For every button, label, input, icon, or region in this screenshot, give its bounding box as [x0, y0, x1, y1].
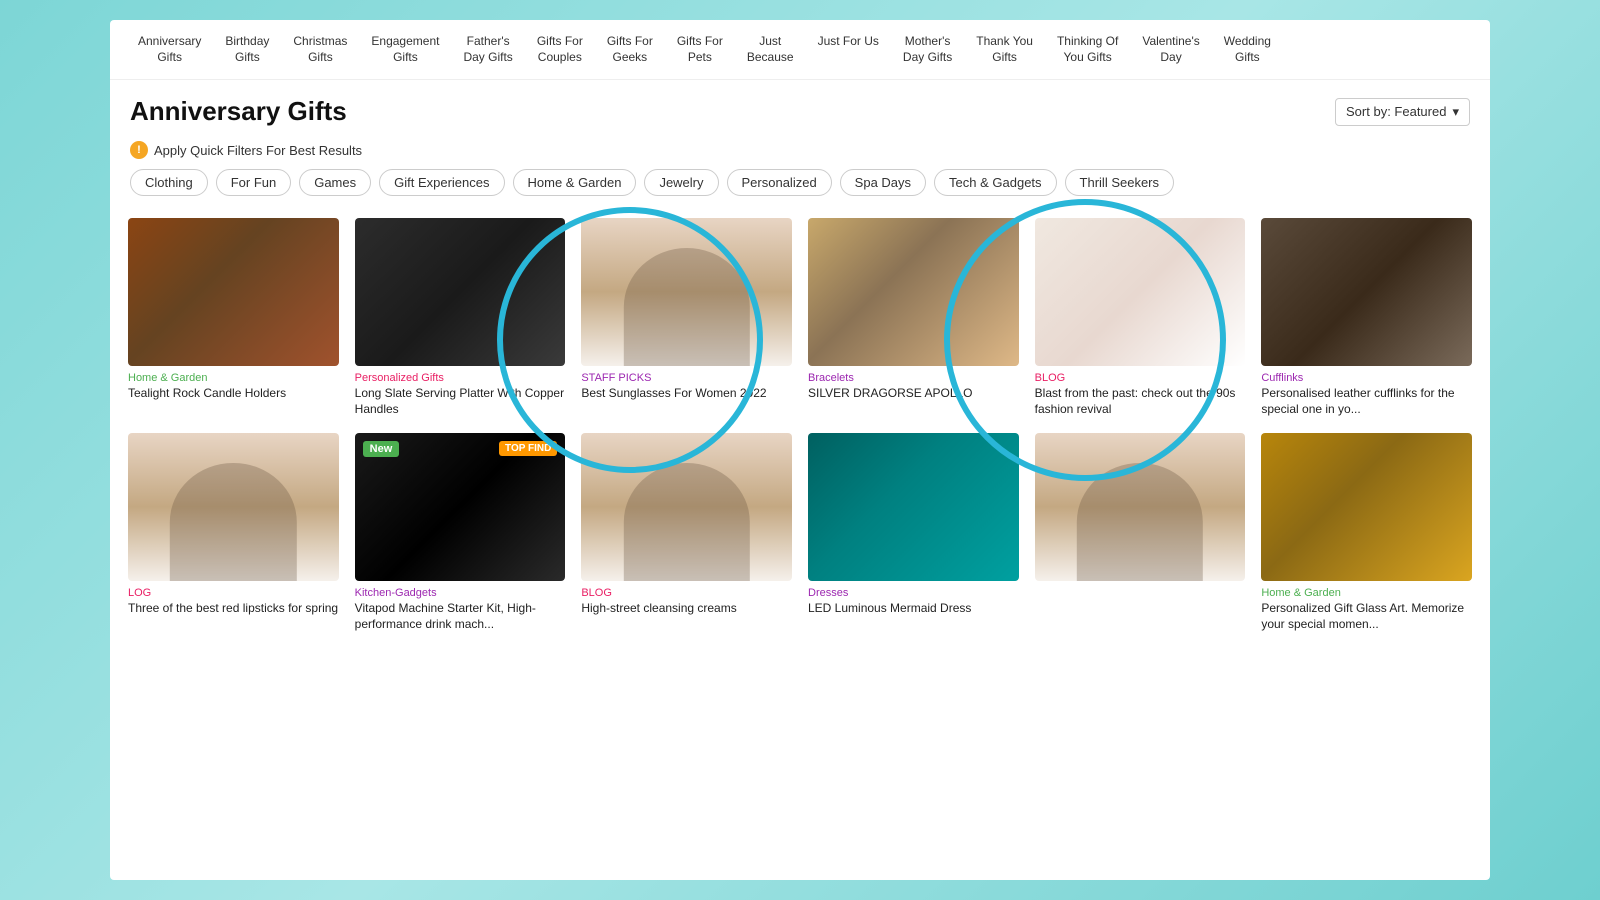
nav-item-engagement[interactable]: Engagement Gifts: [359, 28, 451, 71]
product-card-p4[interactable]: Bracelets SILVER DRAGORSE APOLLO: [800, 210, 1027, 425]
product-card-p12[interactable]: Home & Garden Personalized Gift Glass Art…: [1253, 425, 1480, 640]
category-pill-spa-days[interactable]: Spa Days: [840, 169, 926, 196]
product-category-p12: Home & Garden: [1261, 587, 1472, 599]
product-grid: Home & Garden Tealight Rock Candle Holder…: [110, 210, 1490, 640]
product-image-p1: [128, 218, 339, 366]
product-card-p6[interactable]: Cufflinks Personalised leather cufflinks …: [1253, 210, 1480, 425]
nav-item-just-for-us[interactable]: Just For Us: [806, 28, 891, 71]
category-pill-thrill-seekers[interactable]: Thrill Seekers: [1065, 169, 1174, 196]
product-card-p5[interactable]: BLOG Blast from the past: check out the 9…: [1027, 210, 1254, 425]
product-image-p5: [1035, 218, 1246, 366]
nav-item-anniversary[interactable]: Anniversary Gifts: [126, 28, 213, 71]
nav-item-thank-you[interactable]: Thank You Gifts: [964, 28, 1045, 71]
product-card-p3[interactable]: STAFF PICKS Best Sunglasses For Women 202…: [573, 210, 800, 425]
category-pill-gift-experiences[interactable]: Gift Experiences: [379, 169, 504, 196]
product-category-p7: LOG: [128, 587, 339, 599]
product-card-p10[interactable]: Dresses LED Luminous Mermaid Dress: [800, 425, 1027, 640]
product-name-p8: Vitapod Machine Starter Kit, High-perfor…: [355, 601, 566, 632]
product-image-p9: [581, 433, 792, 581]
nav-item-just-because[interactable]: Just Because: [735, 28, 806, 71]
category-pill-personalized[interactable]: Personalized: [727, 169, 832, 196]
product-name-p2: Long Slate Serving Platter With Copper H…: [355, 386, 566, 417]
product-category-p3: STAFF PICKS: [581, 372, 792, 384]
product-card-p2[interactable]: Personalized Gifts Long Slate Serving Pla…: [347, 210, 574, 425]
product-category-p9: BLOG: [581, 587, 792, 599]
product-category-p2: Personalized Gifts: [355, 372, 566, 384]
nav-item-pets[interactable]: Gifts For Pets: [665, 28, 735, 71]
category-pill-clothing[interactable]: Clothing: [130, 169, 208, 196]
product-image-p6: [1261, 218, 1472, 366]
product-name-p3: Best Sunglasses For Women 2022: [581, 386, 792, 402]
main-container: Anniversary GiftsBirthday GiftsChristmas…: [110, 20, 1490, 880]
category-pill-home-&-garden[interactable]: Home & Garden: [513, 169, 637, 196]
nav-item-couples[interactable]: Gifts For Couples: [525, 28, 595, 71]
nav-item-wedding[interactable]: Wedding Gifts: [1212, 28, 1283, 71]
nav-item-mothers[interactable]: Mother's Day Gifts: [891, 28, 964, 71]
product-card-p9[interactable]: BLOG High-street cleansing creams: [573, 425, 800, 640]
category-pill-for-fun[interactable]: For Fun: [216, 169, 292, 196]
category-pills: Clothing For Fun Games Gift Experiences Home…: [110, 169, 1490, 210]
nav-item-thinking-of[interactable]: Thinking Of You Gifts: [1045, 28, 1130, 71]
filter-label: Apply Quick Filters For Best Results: [154, 143, 362, 158]
product-name-p4: SILVER DRAGORSE APOLLO: [808, 386, 1019, 402]
product-category-p8: Kitchen-Gadgets: [355, 587, 566, 599]
product-category-p5: BLOG: [1035, 372, 1246, 384]
badge-new: New: [363, 441, 400, 457]
product-card-p8[interactable]: New TOP FIND Kitchen-Gadgets Vitapod Machin…: [347, 425, 574, 640]
page-title: Anniversary Gifts: [130, 96, 347, 127]
product-name-p12: Personalized Gift Glass Art. Memorize yo…: [1261, 601, 1472, 632]
nav-item-geeks[interactable]: Gifts For Geeks: [595, 28, 665, 71]
product-category-p1: Home & Garden: [128, 372, 339, 384]
nav-item-birthday[interactable]: Birthday Gifts: [213, 28, 281, 71]
product-image-p11: [1035, 433, 1246, 581]
category-pill-tech-&-gadgets[interactable]: Tech & Gadgets: [934, 169, 1057, 196]
product-image-p2: [355, 218, 566, 366]
nav-item-valentines[interactable]: Valentine's Day: [1130, 28, 1211, 71]
product-category-p6: Cufflinks: [1261, 372, 1472, 384]
category-pill-games[interactable]: Games: [299, 169, 371, 196]
product-card-p7[interactable]: LOG Three of the best red lipsticks for s…: [120, 425, 347, 640]
product-card-p1[interactable]: Home & Garden Tealight Rock Candle Holder…: [120, 210, 347, 425]
badge-top-find: TOP FIND: [499, 441, 557, 456]
nav-item-fathers[interactable]: Father's Day Gifts: [451, 28, 524, 71]
product-name-p7: Three of the best red lipsticks for spri…: [128, 601, 339, 617]
product-card-p11[interactable]: [1027, 425, 1254, 640]
product-category-p4: Bracelets: [808, 372, 1019, 384]
product-image-p12: [1261, 433, 1472, 581]
top-nav: Anniversary GiftsBirthday GiftsChristmas…: [110, 20, 1490, 80]
page-header: Anniversary Gifts Sort by: Featured ▾: [110, 80, 1490, 135]
chevron-down-icon: ▾: [1452, 104, 1459, 120]
quick-filter-bar: ! Apply Quick Filters For Best Results: [110, 135, 1490, 169]
sort-dropdown[interactable]: Sort by: Featured ▾: [1335, 98, 1470, 126]
product-image-p8: New TOP FIND: [355, 433, 566, 581]
product-name-p10: LED Luminous Mermaid Dress: [808, 601, 1019, 617]
category-pill-jewelry[interactable]: Jewelry: [644, 169, 718, 196]
product-category-p10: Dresses: [808, 587, 1019, 599]
product-image-p3: [581, 218, 792, 366]
product-image-p10: [808, 433, 1019, 581]
product-name-p6: Personalised leather cufflinks for the s…: [1261, 386, 1472, 417]
nav-item-christmas[interactable]: Christmas Gifts: [281, 28, 359, 71]
product-name-p9: High-street cleansing creams: [581, 601, 792, 617]
product-name-p5: Blast from the past: check out the 90s f…: [1035, 386, 1246, 417]
filter-icon: !: [130, 141, 148, 159]
product-name-p1: Tealight Rock Candle Holders: [128, 386, 339, 402]
product-image-p4: [808, 218, 1019, 366]
product-image-p7: [128, 433, 339, 581]
